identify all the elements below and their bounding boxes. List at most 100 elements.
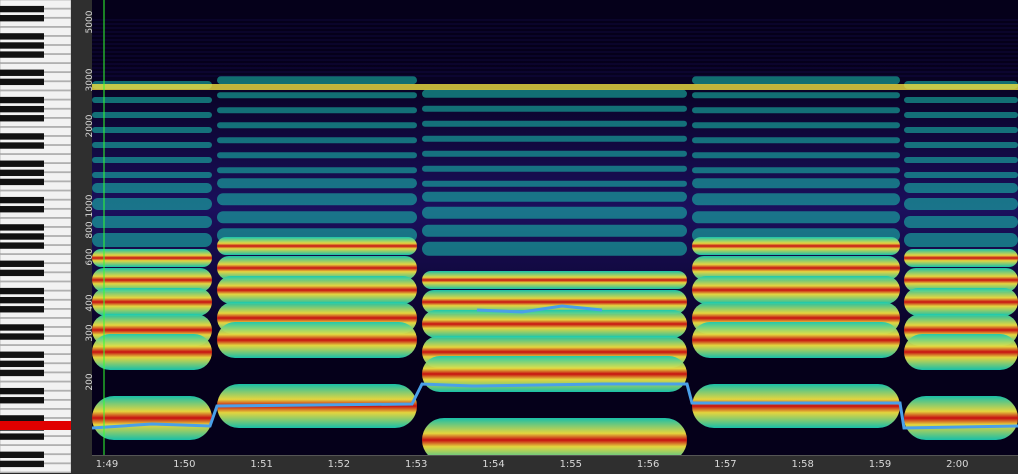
black-key[interactable] [0,96,44,104]
harmonic-band [422,89,687,98]
harmonic-band [92,198,212,210]
black-key[interactable] [0,387,44,395]
harmonic-band [92,112,212,118]
piano-keyboard[interactable] [0,0,71,473]
spectrogram-view[interactable] [92,0,1018,455]
formant-band [92,84,1018,90]
black-key[interactable] [0,433,44,440]
harmonic-band [692,92,900,99]
harmonic-band [692,76,900,85]
harmonic-band [92,249,212,267]
black-key[interactable] [0,224,44,231]
harmonic-band [904,172,1018,178]
harmonic-band [92,216,212,228]
harmonic-band [217,211,417,224]
black-key[interactable] [0,397,44,404]
harmonic-band [217,193,417,206]
harmonic-band [422,165,687,172]
harmonic-band [217,92,417,99]
harmonic-band [217,122,417,129]
black-key[interactable] [0,196,44,204]
black-key[interactable] [0,269,44,277]
black-key[interactable] [0,451,44,458]
harmonic-band [422,271,687,289]
spectrogram-canvas[interactable] [92,0,1018,455]
black-key[interactable] [0,260,44,267]
time-tick-label: 1:52 [327,459,351,470]
black-key[interactable] [0,160,44,167]
harmonic-band [692,276,900,304]
harmonic-band [904,183,1018,193]
time-tick-label: 2:00 [946,459,969,470]
black-key[interactable] [0,460,44,468]
time-tick-label: 1:59 [868,459,892,470]
harmonic-band [904,216,1018,228]
black-key[interactable] [0,206,44,213]
frequency-axis: 5000 3000 2000 1000 800 600 400 300 200 [71,0,95,455]
black-key[interactable] [0,306,44,313]
harmonic-band [217,107,417,114]
black-key[interactable] [0,333,44,340]
harmonic-band [692,152,900,159]
black-key[interactable] [0,5,44,13]
harmonic-band [904,233,1018,247]
black-key[interactable] [0,142,44,149]
black-key[interactable] [0,51,44,58]
harmonic-band [422,105,687,112]
black-key[interactable] [0,169,44,177]
time-tick-label: 1:56 [636,459,660,470]
black-key[interactable] [0,369,44,377]
black-key[interactable] [0,351,44,358]
black-key[interactable] [0,69,44,76]
black-key[interactable] [0,415,44,422]
harmonic-band [904,288,1018,316]
harmonic-band [92,334,212,370]
time-tick-label: 1:53 [404,459,428,470]
black-key[interactable] [0,105,44,113]
black-key[interactable] [0,15,44,22]
spectrogram-app: 5000 3000 2000 1000 800 600 400 300 200 1:49 1:50… [0,0,1018,474]
black-key[interactable] [0,233,44,240]
time-tick-label: 1:49 [95,459,119,470]
active-key-highlight [0,421,71,430]
harmonic-band [904,157,1018,163]
time-tick-label: 1:51 [250,459,273,470]
harmonic-band [422,418,687,455]
harmonic-band [422,206,687,219]
harmonic-band [692,237,900,255]
harmonic-band [217,152,417,159]
harmonic-band [422,150,687,157]
black-key[interactable] [0,33,44,40]
black-key[interactable] [0,78,44,86]
black-key[interactable] [0,242,44,249]
harmonic-band [92,288,212,316]
black-key[interactable] [0,360,44,368]
harmonic-band [904,112,1018,118]
black-key[interactable] [0,178,44,186]
time-tick-label: 1:50 [173,459,196,470]
black-key[interactable] [0,324,44,331]
harmonic-band [92,97,212,103]
harmonic-band [904,249,1018,267]
harmonic-band [217,76,417,85]
harmonic-band [692,384,900,428]
harmonic-band [692,107,900,114]
harmonic-band [217,137,417,144]
black-key[interactable] [0,42,44,49]
black-key[interactable] [0,115,44,122]
harmonic-band [217,276,417,304]
time-axis[interactable]: 1:49 1:50 1:51 1:52 1:53 1:54 1:55 1:56 1:57 1:58… [92,455,1018,474]
harmonic-band [217,178,417,189]
piano-keys[interactable] [0,0,71,473]
harmonic-band [904,198,1018,210]
harmonic-band [92,233,212,247]
black-key[interactable] [0,296,44,304]
harmonic-band [92,157,212,163]
harmonic-band [904,127,1018,133]
harmonic-band [422,241,687,256]
harmonic-band [692,122,900,129]
harmonic-band [904,142,1018,148]
black-key[interactable] [0,287,44,295]
black-key[interactable] [0,133,44,140]
harmonic-band [92,142,212,148]
